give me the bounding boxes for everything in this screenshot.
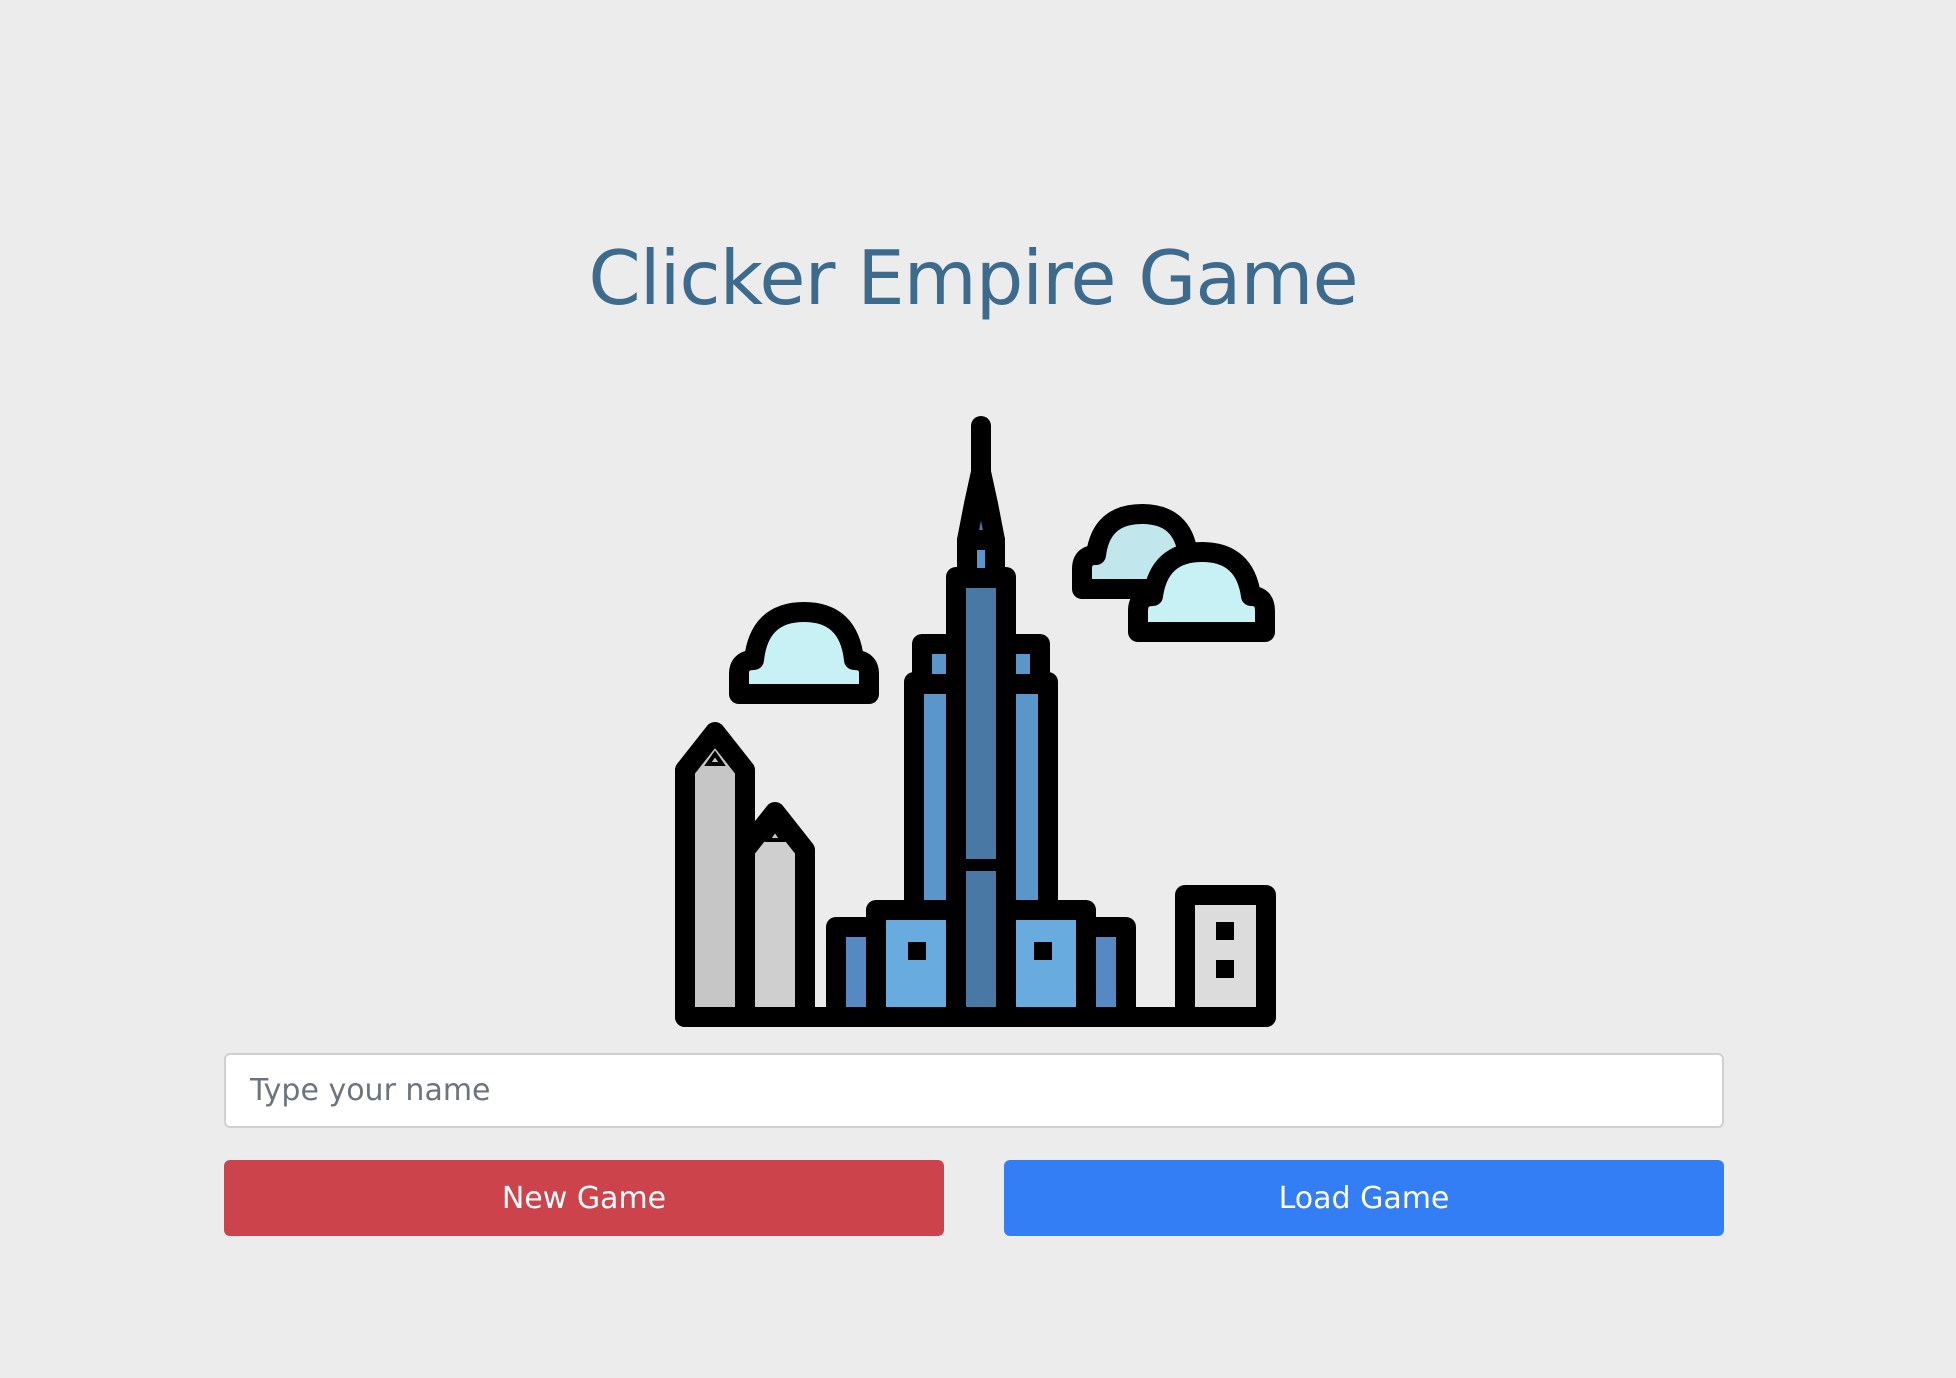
- load-game-button[interactable]: Load Game: [1004, 1160, 1724, 1236]
- page-title: Clicker Empire Game: [588, 234, 1358, 322]
- city-skyline-icon: [675, 416, 1276, 1027]
- new-game-button[interactable]: New Game: [224, 1160, 944, 1236]
- name-input[interactable]: [224, 1053, 1724, 1128]
